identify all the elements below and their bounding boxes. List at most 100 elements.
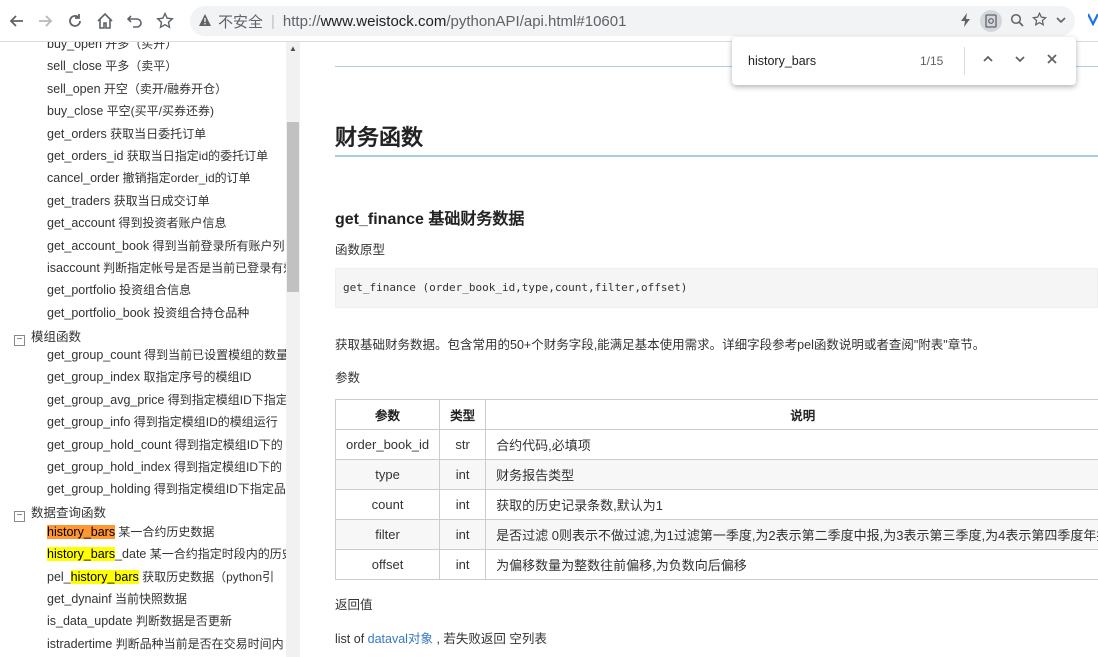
sidebar-item[interactable]: get_orders 获取当日委托订单 [47,123,287,145]
sidebar-tree: buy_open 开多（买开） sell_close 平多（卖平） sell_ope… [0,42,300,657]
find-input[interactable]: history_bars [748,54,816,68]
header-param: 参数 [334,399,441,430]
security-label[interactable]: 不安全 [218,11,263,32]
chevron-down-icon[interactable] [1055,13,1067,29]
bookmark-star-button[interactable] [150,6,180,36]
extension-icon[interactable] [1087,12,1098,31]
sidebar-item[interactable]: get_group_avg_price 得到指定模组ID下指定 [47,389,287,411]
find-close-button[interactable] [1040,49,1064,73]
sidebar-item[interactable]: get_group_info 得到指定模组ID的模组运行 [47,411,287,433]
sidebar-item[interactable]: get_account_book 得到当前登录所有账户列 [47,235,287,257]
params-label: 参数 [335,371,361,385]
item-fn: sell_close [47,59,102,74]
return-suffix: , 若失败返回 空列表 [432,632,547,646]
undo-icon [127,15,142,28]
scroll-up-arrow-icon[interactable]: ▲ [287,44,299,56]
sidebar-item[interactable]: get_group_index 取指定序号的模组ID [47,366,287,388]
bookmark-icon[interactable] [1031,11,1048,30]
item-fn-rest: _date [115,547,147,561]
sidebar-item[interactable]: get_account 得到投资者账户信息 [47,212,287,234]
address-bar[interactable]: 不安全 | http://www.weistock.com/pythonAPI/… [190,6,1075,36]
param-type: int [439,489,487,520]
sidebar-item[interactable]: cancel_order 撤销指定order_id的订单 [47,167,287,189]
item-desc: 得到投资者账户信息 [115,216,227,231]
address-bar-icons [960,6,1067,36]
sidebar-item[interactable]: buy_open 开多（买开） [47,42,287,55]
item-desc: 得到当前登录所有账户列 [149,238,285,253]
reload-icon [69,14,81,27]
sidebar-item[interactable]: istradertime 判断品种当前是否在交易时间内 [47,633,287,655]
collapse-icon[interactable]: − [14,335,25,346]
sidebar-item[interactable]: is_data_update 判断数据是否更新 [47,610,287,632]
forward-button[interactable] [30,6,60,36]
param-name: count [334,489,441,520]
item-fn: get_group_avg_price [47,392,165,407]
item-desc: 投资组合信息 [115,283,192,298]
sidebar-item[interactable]: get_group_hold_count 得到指定模组ID下的 [47,434,287,456]
item-fn: get_group_hold_index [47,460,171,474]
table-row: count int 获取的历史记录条数,默认为1 [334,489,1098,520]
sidebar-scrollbar-thumb[interactable] [287,122,299,292]
sidebar-item[interactable]: get_portfolio 投资组合信息 [47,279,287,301]
url-text[interactable]: http://www.weistock.com/pythonAPI/api.ht… [283,13,627,30]
sidebar-item[interactable]: sell_close 平多（卖平） [47,55,287,77]
item-desc: 获取当日指定id的委托订单 [123,149,269,163]
item-desc: 得到当前已设置模组的数量 [140,348,287,362]
sidebar-item[interactable]: get_dynainf 当前快照数据 [47,588,287,610]
param-type: int [439,459,487,490]
sidebar-item[interactable]: sell_open 开空（卖开/融券开仓） [47,78,287,100]
param-name: filter [334,519,441,550]
param-type: str [439,429,487,460]
find-previous-button[interactable] [976,49,1000,73]
find-in-page-icon[interactable] [980,10,1002,32]
sidebar-item-history-bars-date[interactable]: history_bars_date 某一合约指定时段内的历史 [47,543,287,565]
sidebar-item[interactable]: get_group_count 得到当前已设置模组的数量 [47,344,287,366]
param-name[interactable]: type [334,459,441,490]
item-fn: get_group_info [47,415,131,430]
item-desc: 获取历史数据（python引 [138,570,275,584]
sidebar-item-pel-history-bars[interactable]: pel_history_bars 获取历史数据（python引 [47,566,287,588]
find-highlight: history_bars [70,570,139,584]
back-button[interactable] [2,6,32,36]
item-fn: get_account [47,216,116,231]
item-fn: istradertime [47,636,113,651]
find-next-button[interactable] [1008,49,1032,73]
section-underline [335,155,1098,157]
zoom-icon[interactable] [1010,13,1024,30]
table-header-row: 参数 类型 说明 [334,399,1098,430]
item-fn: get_group_holding [47,482,151,497]
header-type: 类型 [439,399,487,430]
item-desc: 开多（买开） [101,42,178,51]
item-fn: buy_close [47,104,104,119]
main-content: 财务函数 get_finance 基础财务数据 函数原型 get_finance… [300,42,1098,657]
param-desc: 是否过滤 0则表示不做过滤,为1过滤第一季度,为2表示第二季度中报,为3表示第三… [485,519,1098,550]
home-button[interactable] [90,6,120,36]
lightning-icon[interactable] [960,12,972,30]
param-desc: 合约代码,必填项 [485,429,1098,460]
item-desc: 投资组合持仓品种 [149,305,250,320]
find-bar: history_bars 1/15 [732,37,1076,85]
table-row: filter int 是否过滤 0则表示不做过滤,为1过滤第一季度,为2表示第二季度… [334,519,1098,550]
sidebar-item[interactable]: get_group_holding 得到指定模组ID下指定品 [47,478,287,500]
item-desc: 当前快照数据 [111,592,187,606]
dataval-link[interactable]: dataval对象 [368,632,433,646]
item-fn: sell_open [47,81,101,96]
table-row: type int 财务报告类型 [334,459,1098,490]
param-desc: 为偏移数量为整数往前偏移,为负数向后偏移 [485,549,1098,580]
collapse-icon[interactable]: − [14,511,25,522]
forward-arrow-icon [39,15,53,27]
undo-button[interactable] [120,6,150,36]
sidebar-item[interactable]: get_traders 获取当日成交订单 [47,190,287,212]
item-fn: get_orders [47,126,107,141]
sidebar-item[interactable]: get_orders_id 获取当日指定id的委托订单 [47,145,287,167]
sidebar-item[interactable]: isaccount 判断指定帐号是否是当前已登录有效 [47,257,287,279]
sidebar-item[interactable]: buy_close 平空(买平/买券还券) [47,100,287,122]
sidebar-item[interactable]: get_portfolio_book 投资组合持仓品种 [47,302,287,324]
table-row: order_book_id str 合约代码,必填项 [334,429,1098,460]
address-separator: | [271,12,275,30]
find-highlight: history_bars [47,547,116,561]
item-desc: 获取当日委托订单 [106,126,207,141]
sidebar-item-history-bars[interactable]: history_bars 某一合约历史数据 [47,521,287,543]
reload-button[interactable] [60,6,90,36]
sidebar-item[interactable]: get_group_hold_index 得到指定模组ID下的 [47,456,287,478]
